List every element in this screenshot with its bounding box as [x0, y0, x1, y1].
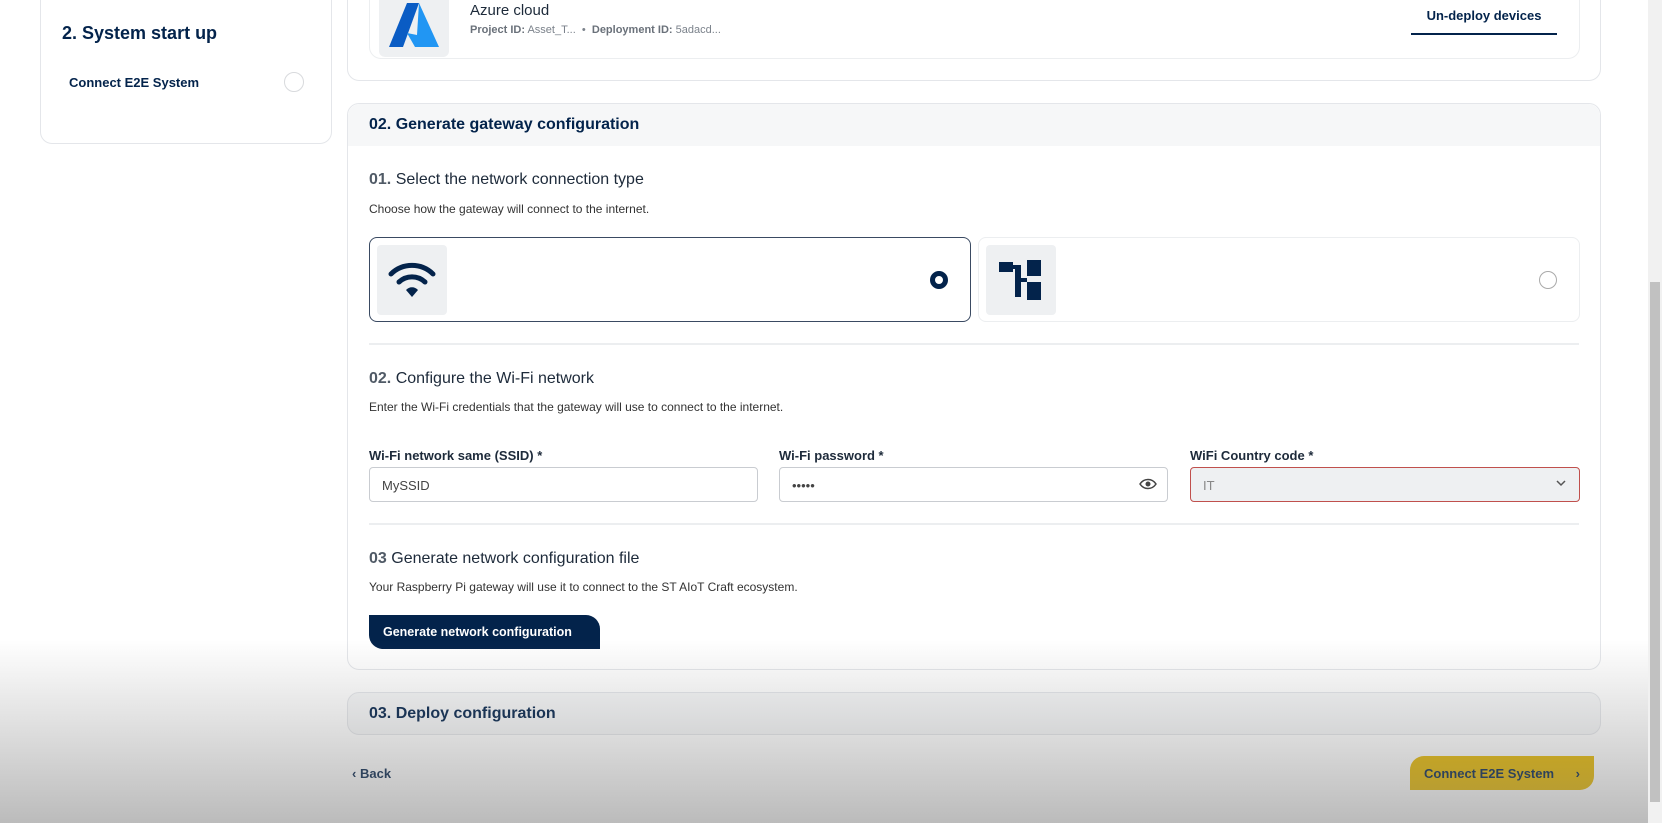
deployment-id-label: Deployment ID:	[591, 24, 673, 36]
separator: •	[581, 24, 586, 36]
chevron-down-icon	[1555, 477, 1567, 492]
connect-e2e-button[interactable]: Connect E2E System ›	[1410, 756, 1594, 790]
step1-desc: Choose how the gateway will connect to t…	[369, 202, 650, 216]
step-num: 02.	[369, 370, 392, 387]
option-ethernet[interactable]	[978, 237, 1580, 322]
chevron-right-icon: ›	[1575, 766, 1580, 781]
password-input[interactable]: •••••	[779, 467, 1168, 502]
country-label: WiFi Country code *	[1190, 448, 1314, 463]
cloud-meta: Project ID: Asset_T... • Deployment ID: …	[470, 24, 721, 36]
divider	[369, 343, 1579, 345]
divider	[369, 523, 1579, 525]
step3-desc: Your Raspberry Pi gateway will use it to…	[369, 580, 798, 594]
radio-ethernet[interactable]	[1539, 271, 1557, 289]
gateway-config-section: 02. Generate gateway configuration 01. S…	[347, 103, 1601, 670]
ethernet-icon	[986, 245, 1056, 315]
cloud-info: Azure cloud Project ID: Asset_T... • Dep…	[369, 0, 1580, 59]
country-select[interactable]: IT	[1190, 467, 1580, 502]
chevron-left-icon: ‹	[352, 766, 357, 781]
back-button[interactable]: ‹ Back	[352, 766, 391, 781]
eye-icon[interactable]	[1139, 476, 1157, 495]
generate-network-config-button[interactable]: Generate network configuration	[369, 615, 600, 649]
back-label: Back	[359, 766, 392, 781]
project-id-label: Project ID:	[470, 24, 526, 36]
sidebar-item-connect-e2e[interactable]: Connect E2E System	[69, 75, 199, 90]
step3-title: 03 Generate network configuration file	[369, 550, 639, 568]
sidebar-steps: 2. System start up Connect E2E System	[40, 0, 332, 144]
step2-title: 02. Configure the Wi-Fi network	[369, 370, 594, 388]
step-title: Configure the Wi-Fi network	[395, 370, 594, 387]
option-wifi[interactable]	[369, 237, 971, 322]
azure-logo-icon	[379, 0, 449, 57]
next-label: Connect E2E System	[1424, 766, 1555, 781]
wifi-icon	[377, 245, 447, 315]
step2-desc: Enter the Wi-Fi credentials that the gat…	[369, 400, 784, 414]
section-title[interactable]: 02. Generate gateway configuration	[348, 104, 1600, 146]
password-value: •••••	[792, 478, 815, 493]
step-status-radio	[284, 72, 304, 92]
scrollbar[interactable]	[1648, 0, 1662, 823]
country-value: IT	[1203, 478, 1215, 493]
password-label: Wi-Fi password *	[779, 448, 884, 463]
cloud-name: Azure cloud	[470, 2, 550, 19]
ssid-label: Wi-Fi network same (SSID) *	[369, 448, 543, 463]
sidebar-section-title: 2. System start up	[62, 23, 218, 43]
cloud-card: Azure cloud Project ID: Asset_T... • Dep…	[347, 0, 1601, 81]
undeploy-devices-button[interactable]: Un-deploy devices	[1411, 8, 1557, 35]
step-num: 03	[369, 550, 387, 567]
ssid-input[interactable]: MySSID	[369, 467, 758, 502]
deployment-id-value: 5adacd...	[675, 24, 721, 36]
scrollbar-thumb[interactable]	[1650, 282, 1660, 802]
deploy-config-section[interactable]: 03. Deploy configuration	[347, 692, 1601, 735]
step-title: Select the network connection type	[395, 171, 644, 188]
step-num: 01.	[369, 171, 392, 188]
project-id-value: Asset_T...	[527, 24, 576, 36]
step1-title: 01. Select the network connection type	[369, 171, 644, 189]
step-title: Generate network configuration file	[391, 550, 640, 567]
radio-wifi[interactable]	[930, 271, 948, 289]
